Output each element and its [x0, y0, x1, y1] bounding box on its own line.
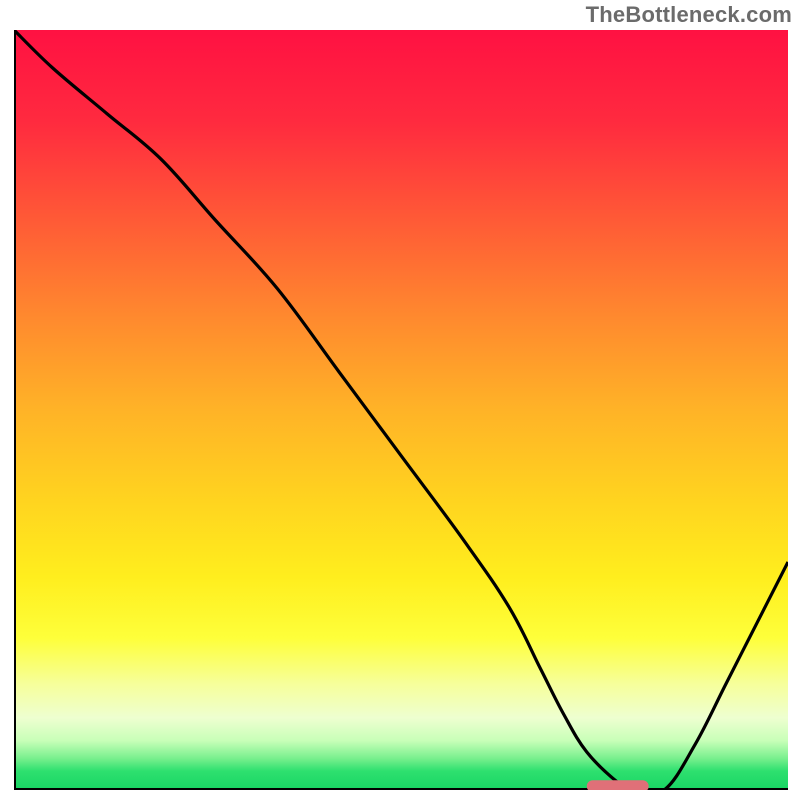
watermark-text: TheBottleneck.com	[586, 2, 792, 28]
optimum-marker	[587, 780, 649, 790]
chart-svg	[14, 30, 788, 790]
chart-stage: TheBottleneck.com	[0, 0, 800, 800]
gradient-background	[14, 30, 788, 790]
plot-area	[14, 30, 788, 790]
